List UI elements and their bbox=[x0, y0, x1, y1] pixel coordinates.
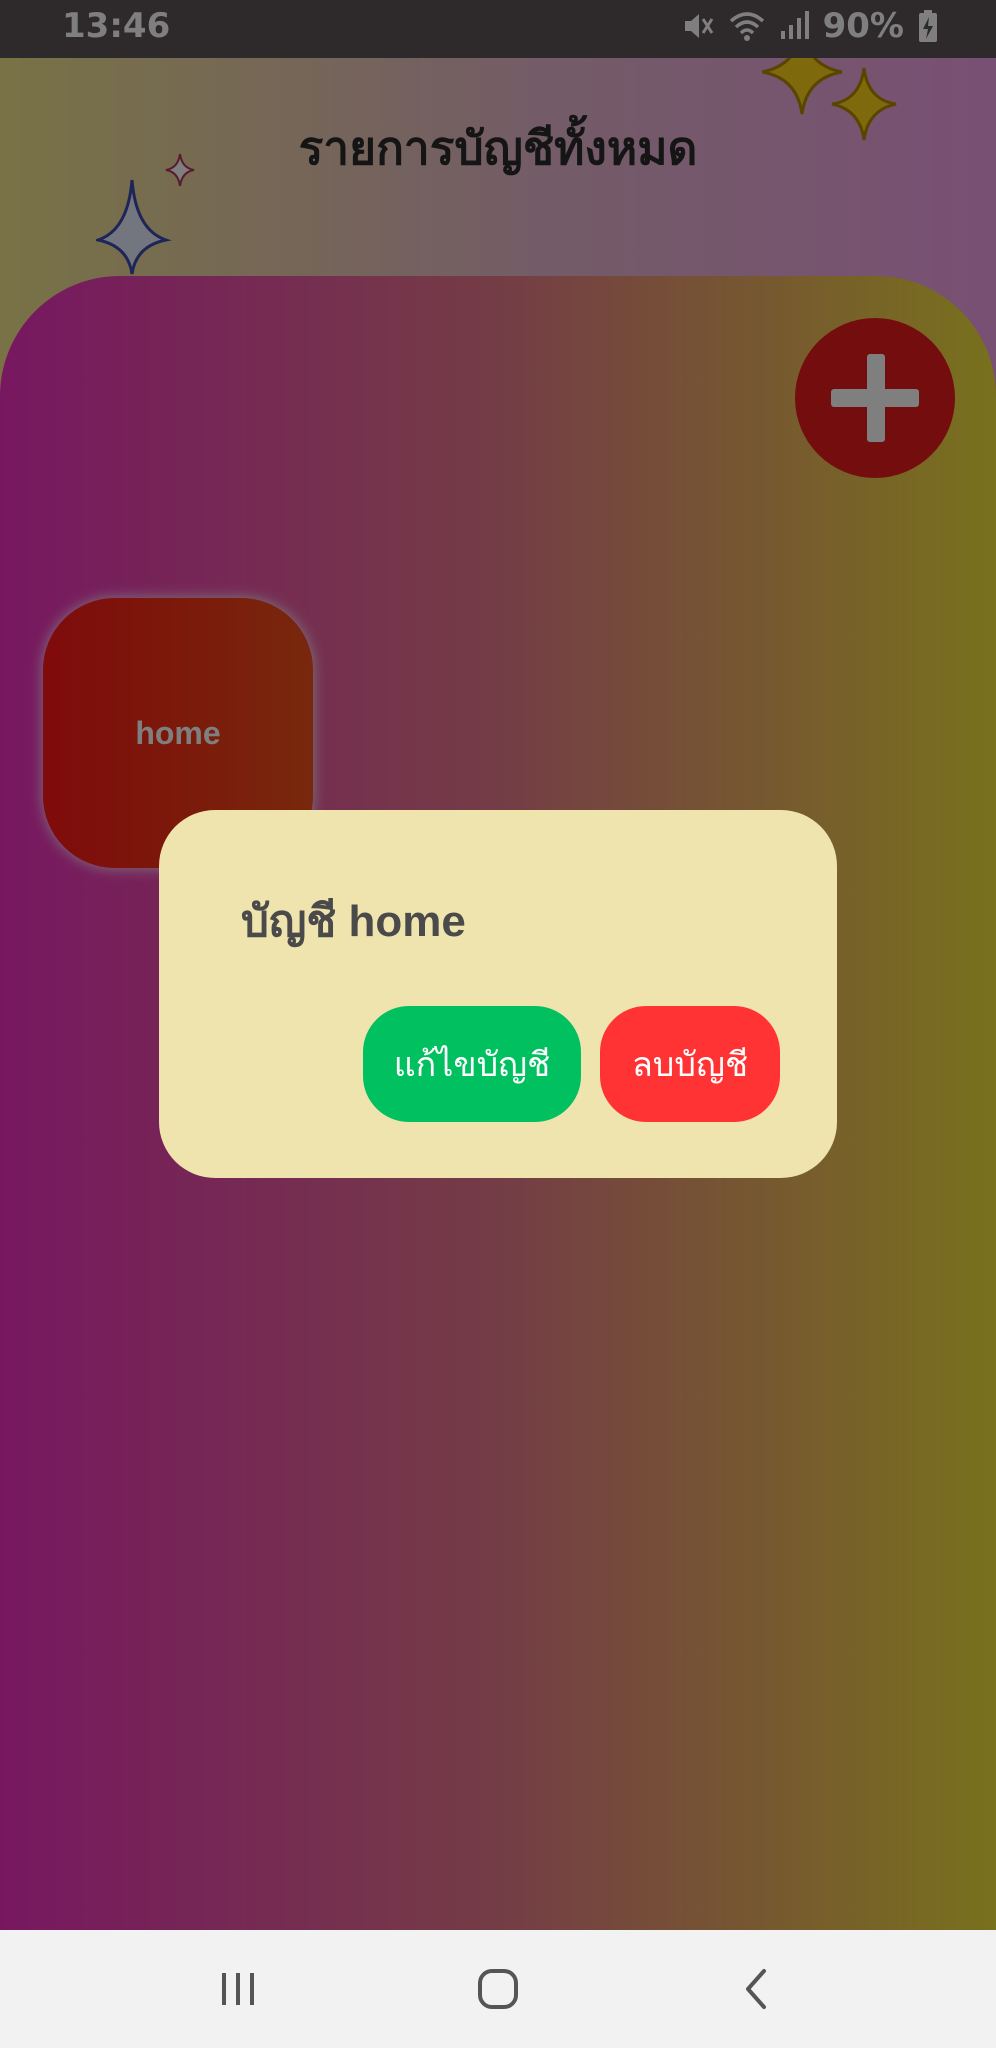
account-dialog: บัญชี home แก้ไขบัญชี ลบบัญชี bbox=[159, 810, 837, 1178]
navigation-bar bbox=[0, 1930, 996, 2048]
dialog-title: บัญชี home bbox=[241, 897, 466, 946]
delete-account-button[interactable]: ลบบัญชี bbox=[600, 1006, 780, 1122]
app-screen: 13:46 bbox=[0, 0, 996, 2048]
edit-account-button[interactable]: แก้ไขบัญชี bbox=[363, 1006, 581, 1122]
home-button[interactable] bbox=[428, 1930, 568, 2048]
back-button[interactable] bbox=[688, 1930, 828, 2048]
recent-apps-icon bbox=[222, 1973, 254, 2005]
back-icon bbox=[746, 1969, 766, 2009]
home-icon bbox=[478, 1969, 518, 2009]
recent-apps-button[interactable] bbox=[168, 1930, 308, 2048]
